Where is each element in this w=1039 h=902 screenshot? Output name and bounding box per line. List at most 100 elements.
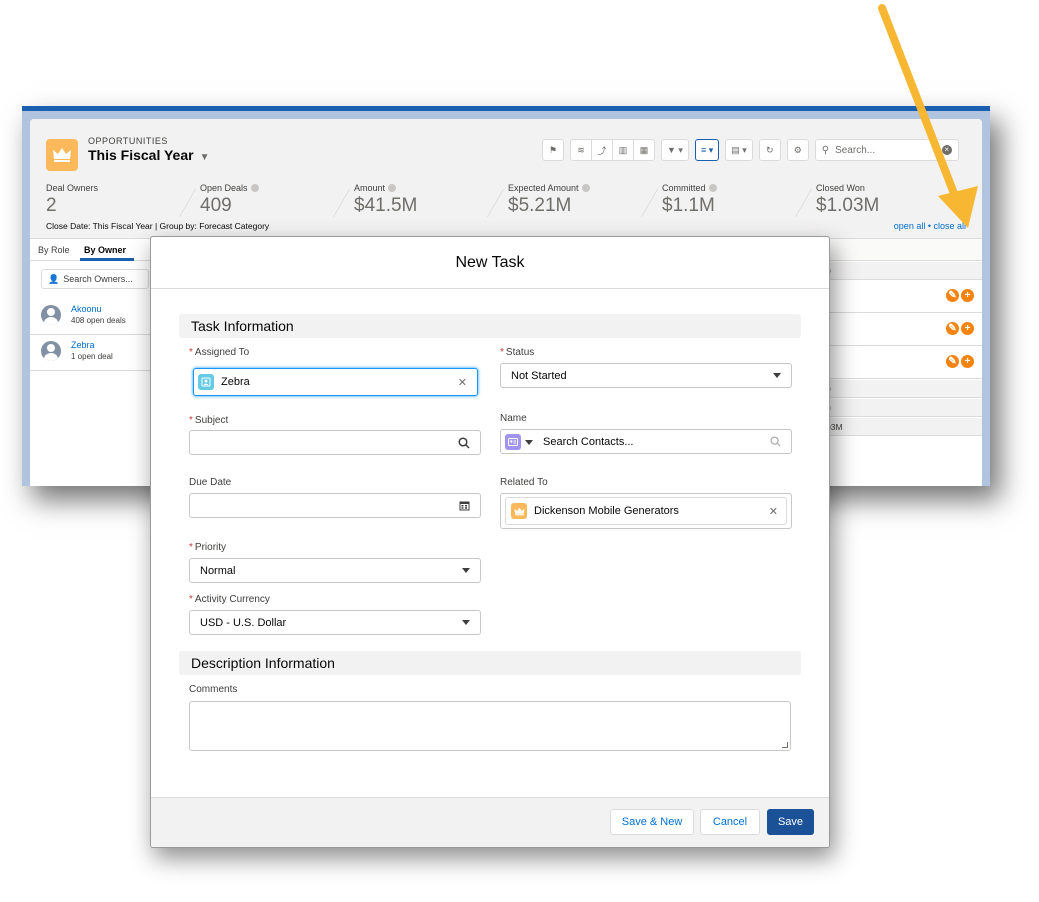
related-to-pill: Dickenson Mobile Generators ✕ <box>505 497 787 525</box>
tab-by-role[interactable]: By Role <box>38 245 70 255</box>
activity-currency-label: * Activity Currency <box>189 594 270 605</box>
subject-label: * Subject <box>189 415 228 426</box>
chart-type-group: ≋ ⤴ ▥ ▦ <box>570 139 655 161</box>
filter-icon[interactable]: ▼ ▾ <box>661 139 689 161</box>
section-description-information[interactable]: Description Information <box>179 651 801 675</box>
remove-icon[interactable]: ✕ <box>458 376 467 389</box>
owner-deals-count: 1 open deal <box>71 352 113 361</box>
metric-divider <box>477 189 505 217</box>
clear-icon[interactable]: × <box>941 145 952 155</box>
owner-item-zebra[interactable]: Zebra 1 open deal <box>30 335 156 371</box>
metrics-bar: Deal Owners 2 Open Deals 409 Amount $41.… <box>46 183 966 223</box>
add-icon[interactable]: + <box>961 322 974 335</box>
owner-item-akoonu[interactable]: Akoonu 408 open deals <box>30 299 156 335</box>
tab-by-owner[interactable]: By Owner <box>84 245 126 255</box>
modal-footer: Save & New Cancel Save <box>151 797 829 847</box>
open-all-link[interactable]: open all • close all <box>894 221 966 231</box>
owner-search-input[interactable]: 👤 Search Owners... <box>41 269 149 289</box>
calendar-icon[interactable] <box>459 500 470 511</box>
funnel-chart-icon[interactable]: ≋ <box>570 139 592 161</box>
gear-icon[interactable]: ⚙ <box>786 139 809 161</box>
comments-textarea[interactable] <box>189 701 791 751</box>
related-to-field[interactable]: Dickenson Mobile Generators ✕ <box>500 493 792 529</box>
metric-label: Closed Won <box>816 183 865 193</box>
save-and-new-button[interactable]: Save & New <box>610 809 694 835</box>
cancel-button[interactable]: Cancel <box>700 809 760 835</box>
chevron-down-icon <box>773 373 781 378</box>
due-date-input[interactable] <box>189 493 481 518</box>
save-button[interactable]: Save <box>767 809 814 835</box>
priority-value: Normal <box>200 564 236 577</box>
owner-search-placeholder: Search Owners... <box>63 274 133 284</box>
assigned-to-field[interactable]: Zebra ✕ <box>193 368 478 396</box>
info-icon[interactable] <box>388 184 397 192</box>
user-icon <box>198 374 214 390</box>
name-label: Name <box>500 413 527 424</box>
metric-value: $1.1M <box>662 195 715 216</box>
metric-label: Deal Owners <box>46 183 99 193</box>
chevron-down-icon[interactable] <box>525 436 533 448</box>
add-icon[interactable]: + <box>961 355 974 368</box>
name-placeholder: Search Contacts... <box>543 435 634 448</box>
flag-icon[interactable]: ⚑ <box>542 139 564 161</box>
section-task-information[interactable]: Task Information <box>179 314 801 338</box>
name-lookup[interactable]: Search Contacts... <box>500 429 792 454</box>
subject-input[interactable] <box>189 430 481 455</box>
search-icon <box>770 436 781 447</box>
status-label-text: Status <box>505 347 535 358</box>
chevron-down-icon: ▼ <box>199 152 210 163</box>
table-row: 0 <box>822 380 982 398</box>
grid-icon[interactable]: ▦ <box>633 139 655 161</box>
modal-header: New Task <box>151 237 829 289</box>
owner-deals-count: 408 open deals <box>71 316 126 325</box>
chevron-down-icon <box>462 620 470 625</box>
activity-currency-value: USD - U.S. Dollar <box>200 616 287 629</box>
contact-icon[interactable] <box>505 433 521 450</box>
required-icon: * <box>189 594 193 605</box>
status-select[interactable]: Not Started <box>500 363 792 388</box>
priority-select[interactable]: Normal <box>189 558 481 583</box>
info-icon[interactable] <box>708 184 717 192</box>
comments-label: Comments <box>189 684 238 695</box>
owner-tabs: By Role By Owner <box>30 239 150 261</box>
metric-value: 409 <box>200 195 232 216</box>
activity-currency-label-text: Activity Currency <box>194 594 270 605</box>
refresh-icon[interactable]: ↻ <box>758 139 781 161</box>
column-chart-icon[interactable]: ▥ <box>612 139 634 161</box>
owner-name[interactable]: Akoonu <box>71 304 102 314</box>
info-icon[interactable] <box>250 184 259 192</box>
filter-summary: Close Date: This Fiscal Year | Group by:… <box>46 221 270 231</box>
table-row: 0 <box>822 262 982 280</box>
add-icon[interactable]: + <box>961 289 974 302</box>
metric-divider <box>631 189 659 217</box>
required-icon: * <box>500 347 504 358</box>
sort-icon[interactable]: ≡ ▾ <box>694 139 720 161</box>
edit-icon[interactable]: ✎ <box>946 322 959 335</box>
activity-currency-select[interactable]: USD - U.S. Dollar <box>189 610 481 635</box>
due-date-label: Due Date <box>189 477 232 488</box>
required-icon: * <box>189 415 193 426</box>
new-task-modal: New Task Task Information * Assigned To Z… <box>150 236 830 848</box>
edit-icon[interactable]: ✎ <box>946 355 959 368</box>
list-search-input[interactable]: ⚲ Search... × <box>814 139 959 161</box>
active-tab-indicator <box>80 258 134 261</box>
search-icon: ⚲ <box>821 144 830 156</box>
table-row: 0 <box>822 399 982 417</box>
owner-name[interactable]: Zebra <box>71 340 95 350</box>
trend-chart-icon[interactable]: ⤴ <box>591 139 613 161</box>
metric-deal-owners: Deal Owners 2 <box>46 183 98 217</box>
table-row: ✎ + <box>822 314 982 346</box>
metric-committed: Committed $1.1M <box>662 183 717 217</box>
remove-icon[interactable]: ✕ <box>769 505 778 518</box>
calendar-icon[interactable]: ▤ ▾ <box>725 139 753 161</box>
crown-icon <box>46 139 78 171</box>
assigned-to-label: * Assigned To <box>189 347 249 358</box>
info-icon[interactable] <box>581 184 590 192</box>
related-to-label: Related To <box>500 477 548 488</box>
avatar <box>41 341 61 361</box>
metric-label: Expected Amount <box>508 183 579 193</box>
list-view-selector[interactable]: This Fiscal Year ▼ <box>88 147 210 163</box>
metric-closed-won: Closed Won $1.03M <box>816 183 879 217</box>
resize-handle[interactable] <box>782 742 788 748</box>
edit-icon[interactable]: ✎ <box>946 289 959 302</box>
